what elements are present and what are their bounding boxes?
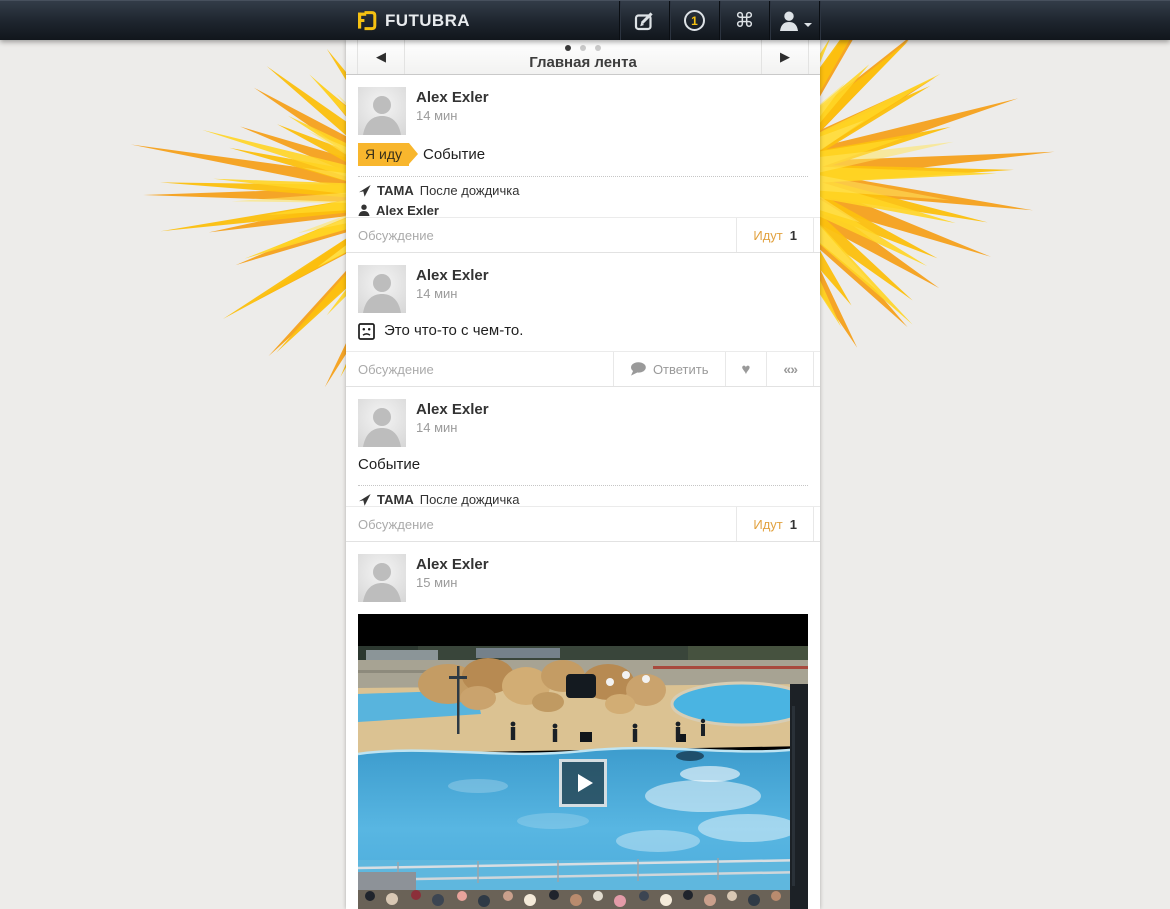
avatar-placeholder-icon	[358, 399, 406, 447]
post-header: Alex Exler 15 мин	[358, 542, 808, 608]
event-location-name: ТАМА	[377, 492, 414, 507]
like-button[interactable]: ♥	[725, 352, 767, 386]
event-location-name: ТАМА	[377, 183, 414, 198]
post: Alex Exler 14 мин Я иду Событие ТАМА Пос…	[346, 75, 820, 253]
avatar[interactable]	[358, 87, 406, 135]
reply-button[interactable]: Ответить	[613, 352, 725, 386]
post-time: 14 мин	[416, 420, 489, 435]
heart-icon: ♥	[742, 361, 751, 378]
futubra-logo-icon	[355, 9, 378, 32]
post-footer: Обсуждение Идут 1	[346, 506, 820, 541]
feed-header: ◀ Главная лента ▶	[346, 40, 820, 75]
location-arrow-icon	[358, 184, 371, 197]
quote-icon: «»	[783, 361, 797, 377]
compose-button[interactable]	[619, 1, 669, 40]
video-thumbnail[interactable]	[358, 614, 808, 909]
quote-button[interactable]: «»	[766, 352, 814, 386]
going-label: Идут	[753, 517, 782, 532]
person-icon	[358, 204, 370, 216]
feed-title-block: Главная лента	[405, 40, 761, 74]
post-author[interactable]: Alex Exler	[416, 89, 489, 106]
going-count-button[interactable]: Идут 1	[736, 507, 814, 541]
command-menu-button[interactable]: ⌘	[719, 1, 769, 40]
post: Alex Exler 14 мин Событие ТАМА После дож…	[346, 387, 820, 542]
notification-count: 1	[691, 14, 698, 28]
post: Alex Exler 14 мин Это что-то с чем-то. О…	[346, 253, 820, 387]
post-author[interactable]: Alex Exler	[416, 401, 489, 418]
event-location-desc: После дождичка	[420, 492, 520, 507]
post-text: Это что-то с чем-то.	[384, 321, 523, 341]
prev-feed-button[interactable]: ◀	[357, 40, 405, 74]
post-time: 15 мин	[416, 575, 489, 590]
post-header: Alex Exler 14 мин	[358, 75, 808, 141]
next-arrow-icon: ▶	[780, 49, 790, 65]
discussion-link[interactable]: Обсуждение	[346, 352, 613, 386]
post-time: 14 мин	[416, 286, 489, 301]
post-header: Alex Exler 14 мин	[358, 387, 808, 453]
feed-title: Главная лента	[529, 54, 637, 71]
avatar[interactable]	[358, 265, 406, 313]
user-icon	[778, 10, 800, 31]
command-icon: ⌘	[735, 11, 755, 31]
post-footer: Обсуждение Ответить ♥ «»	[346, 351, 820, 386]
location-arrow-icon	[358, 493, 371, 506]
pagination-dot-active[interactable]	[565, 45, 571, 51]
post-footer: Обсуждение Идут 1	[346, 217, 820, 252]
post-body: Событие	[358, 453, 808, 485]
avatar-placeholder-icon	[358, 265, 406, 313]
play-icon	[578, 774, 593, 792]
prev-arrow-icon: ◀	[376, 49, 386, 65]
post: Alex Exler 15 мин	[346, 542, 820, 909]
top-navigation-bar: FUTUBRA 1 ⌘	[0, 0, 1170, 40]
pagination-dot[interactable]	[595, 45, 601, 51]
going-label: Идут	[753, 228, 782, 243]
avatar-placeholder-icon	[358, 87, 406, 135]
post-author[interactable]: Alex Exler	[416, 267, 489, 284]
discussion-link[interactable]: Обсуждение	[346, 507, 736, 541]
post-body: Я иду Событие	[358, 141, 808, 176]
notification-badge: 1	[684, 10, 705, 31]
event-person-row[interactable]: Alex Exler	[358, 197, 808, 217]
post-body: Это что-то с чем-то.	[358, 319, 808, 351]
avatar[interactable]	[358, 399, 406, 447]
post-text: Событие	[423, 145, 485, 165]
going-badge: Я иду	[358, 143, 409, 166]
feed-column: ◀ Главная лента ▶ Alex Exler 1	[346, 40, 820, 909]
post-author[interactable]: Alex Exler	[416, 556, 489, 573]
avatar[interactable]	[358, 554, 406, 602]
notifications-button[interactable]: 1	[669, 1, 719, 40]
avatar-placeholder-icon	[358, 554, 406, 602]
going-count: 1	[790, 228, 797, 243]
discussion-link[interactable]: Обсуждение	[346, 218, 736, 252]
brand-logo[interactable]: FUTUBRA	[346, 1, 619, 40]
reply-bubble-icon	[630, 362, 646, 376]
pagination-dot[interactable]	[580, 45, 586, 51]
compose-icon	[634, 10, 656, 32]
event-person-name: Alex Exler	[376, 203, 439, 218]
event-location-desc: После дождичка	[420, 183, 520, 198]
going-count-button[interactable]: Идут 1	[736, 218, 814, 252]
next-feed-button[interactable]: ▶	[761, 40, 809, 74]
feed-pagination-dots	[565, 45, 601, 51]
chevron-down-icon	[804, 23, 812, 27]
event-location-row[interactable]: ТАМА После дождичка	[358, 177, 808, 197]
brand-name: FUTUBRA	[385, 11, 470, 31]
user-menu-button[interactable]	[769, 1, 819, 40]
post-header: Alex Exler 14 мин	[358, 253, 808, 319]
going-count: 1	[790, 517, 797, 532]
play-button[interactable]	[559, 759, 607, 807]
event-location-row[interactable]: ТАМА После дождичка	[358, 486, 808, 506]
post-time: 14 мин	[416, 108, 489, 123]
post-text: Событие	[358, 455, 420, 475]
sad-face-icon	[358, 323, 375, 340]
